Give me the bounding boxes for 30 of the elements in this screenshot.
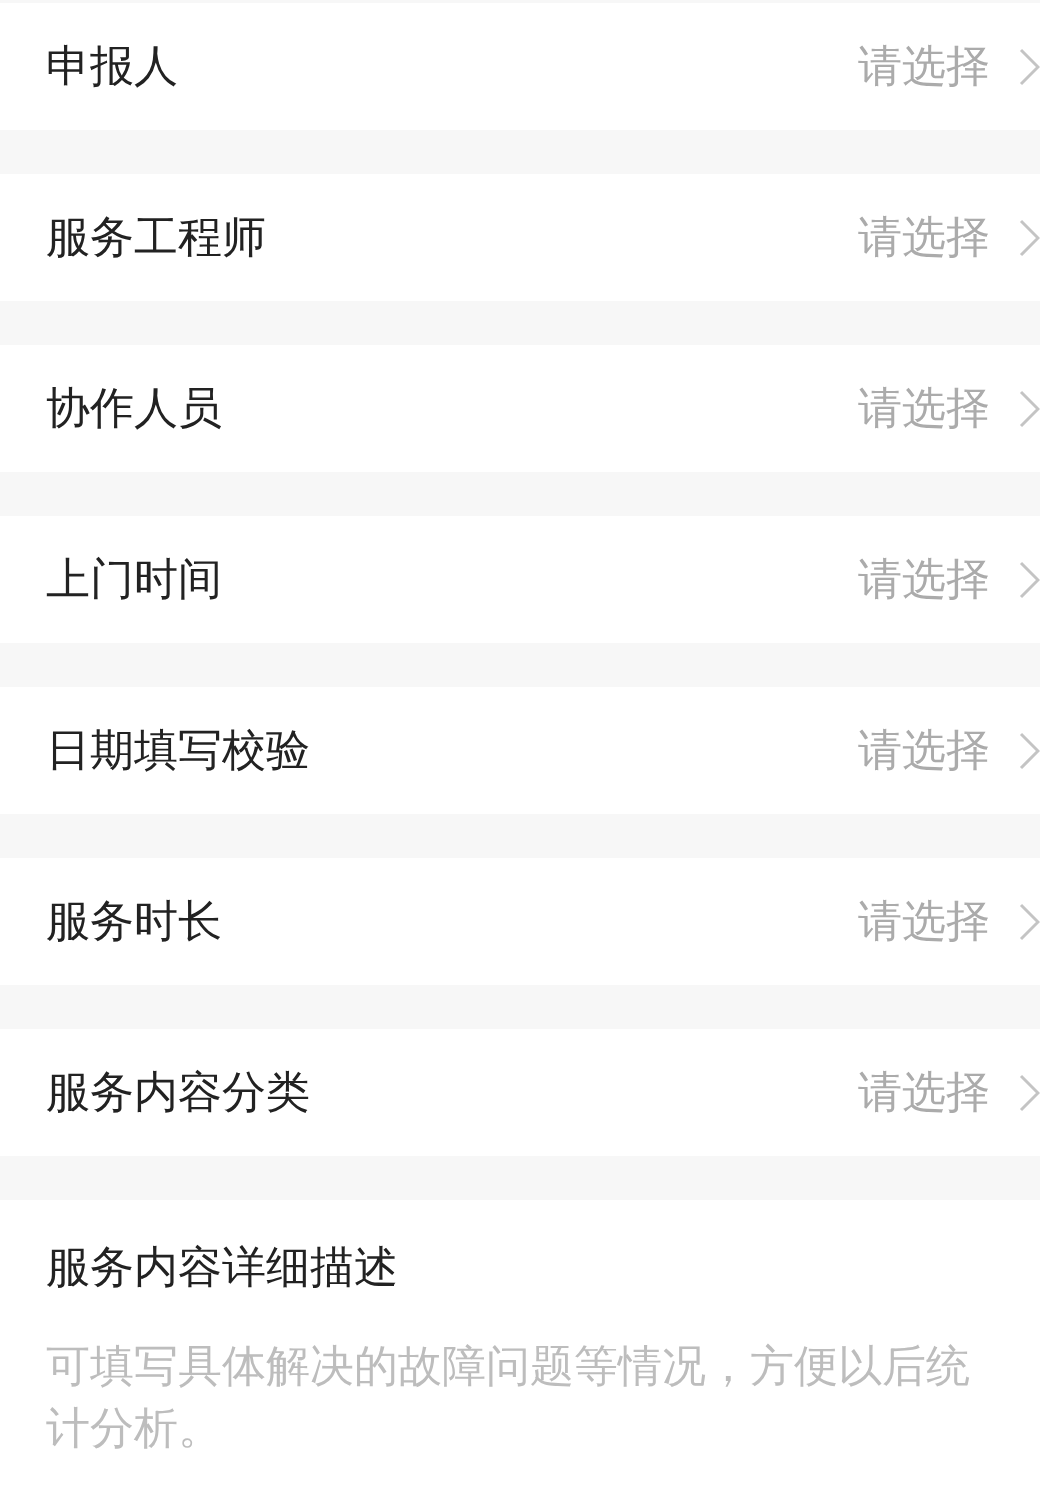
chevron-right-icon <box>1018 901 1040 942</box>
select-placeholder: 请选择 <box>858 552 990 606</box>
form-row[interactable]: 日期填写校验 请选择 <box>0 687 1040 814</box>
chevron-right-icon <box>1018 388 1040 429</box>
form-row[interactable]: 服务时长 请选择 <box>0 858 1040 985</box>
select-placeholder: 请选择 <box>858 723 990 777</box>
select-placeholder: 请选择 <box>858 1065 990 1119</box>
chevron-right-icon <box>1018 217 1040 258</box>
field-label: 协作人员 <box>46 381 222 435</box>
chevron-right-icon <box>1018 46 1040 87</box>
field-label: 上门时间 <box>46 552 222 606</box>
field-label: 日期填写校验 <box>46 723 310 777</box>
field-label: 服务内容详细描述 <box>0 1200 1040 1297</box>
chevron-right-icon <box>1018 559 1040 600</box>
form-row[interactable]: 服务工程师 请选择 <box>0 174 1040 301</box>
select-placeholder: 请选择 <box>858 894 990 948</box>
select-placeholder: 请选择 <box>858 210 990 264</box>
form-row[interactable]: 上门时间 请选择 <box>0 516 1040 643</box>
description-field[interactable]: 可填写具体解决的故障问题等情况，方便以后统计分析。 <box>0 1297 1040 1489</box>
chevron-right-icon <box>1018 730 1040 771</box>
field-label: 申报人 <box>46 39 178 93</box>
select-placeholder: 请选择 <box>858 381 990 435</box>
field-label: 服务时长 <box>46 894 222 948</box>
select-placeholder: 请选择 <box>858 39 990 93</box>
form-row[interactable]: 协作人员 请选择 <box>0 345 1040 472</box>
chevron-right-icon <box>1018 1072 1040 1113</box>
form-row[interactable]: 申报人 请选择 <box>0 3 1040 130</box>
field-label: 服务内容分类 <box>46 1065 310 1119</box>
form-row[interactable]: 服务内容分类 请选择 <box>0 1029 1040 1156</box>
field-label: 服务工程师 <box>46 210 266 264</box>
